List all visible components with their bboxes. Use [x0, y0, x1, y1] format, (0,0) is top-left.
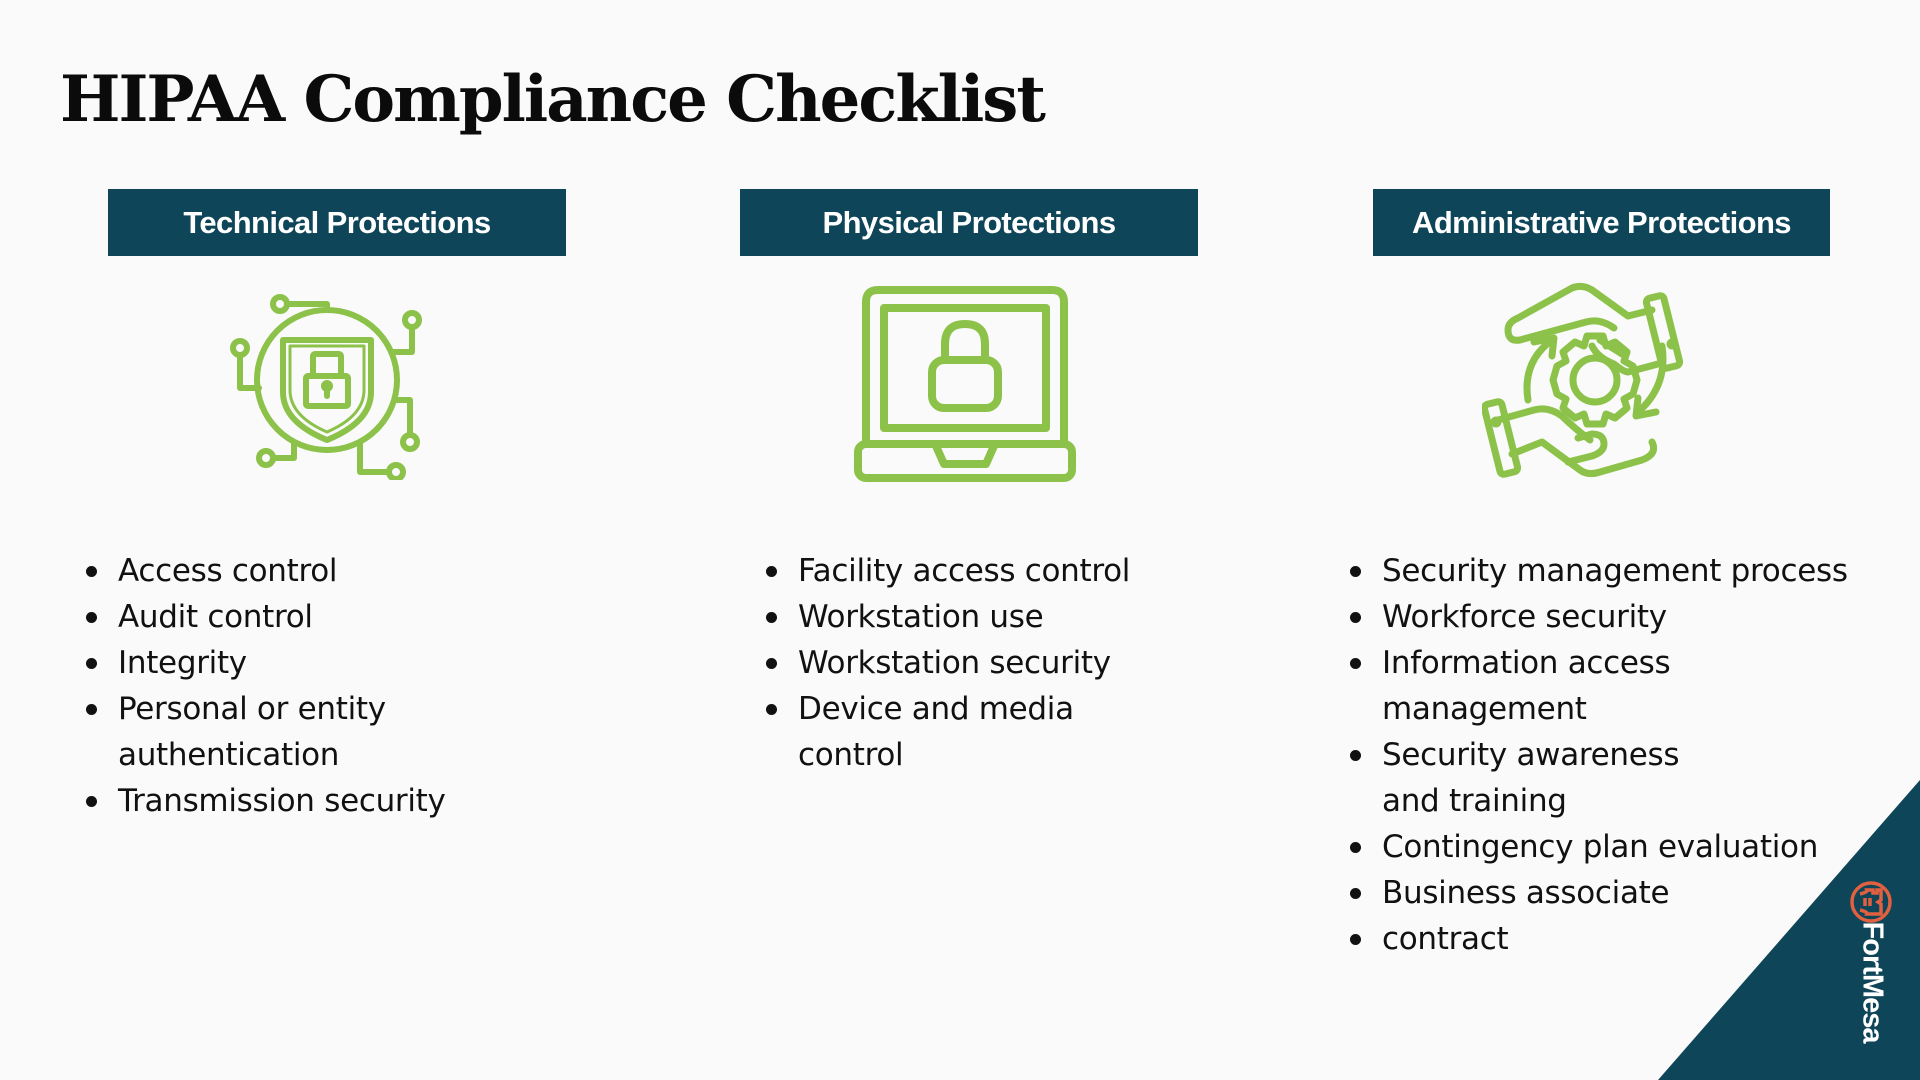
page-title: HIPAA Compliance Checklist — [60, 62, 1046, 137]
list-item: Information access management — [1350, 640, 1682, 732]
list-item: Contingency plan evaluation — [1350, 824, 1870, 870]
list-item: Audit control — [86, 594, 506, 640]
technical-protections-header: Technical Protections — [108, 189, 566, 256]
list-item: Access control — [86, 548, 506, 594]
list-item: Workstation use — [766, 594, 1166, 640]
hands-gear-icon — [1482, 282, 1702, 484]
list-item: Integrity — [86, 640, 506, 686]
physical-protections-list: Facility access control Workstation use … — [766, 548, 1166, 778]
list-item: Business associate — [1350, 870, 1870, 916]
administrative-protections-list: Security management process Workforce se… — [1350, 548, 1870, 962]
list-item: contract — [1350, 916, 1870, 962]
list-item: Personal or entity authentication — [86, 686, 418, 778]
technical-protections-list: Access control Audit control Integrity P… — [86, 548, 506, 824]
administrative-protections-header: Administrative Protections — [1373, 189, 1830, 256]
list-item: Device and media control — [766, 686, 1098, 778]
physical-protections-header: Physical Protections — [740, 189, 1198, 256]
list-item: Security awareness and training — [1350, 732, 1722, 824]
list-item: Workforce security — [1350, 594, 1870, 640]
list-item: Security management process — [1350, 548, 1870, 594]
list-item: Facility access control — [766, 548, 1166, 594]
shield-lock-circuit-icon — [226, 282, 426, 480]
laptop-lock-icon — [852, 282, 1076, 484]
list-item: Transmission security — [86, 778, 506, 824]
list-item: Workstation security — [766, 640, 1166, 686]
brand-name: FortMesa — [1856, 921, 1889, 1043]
